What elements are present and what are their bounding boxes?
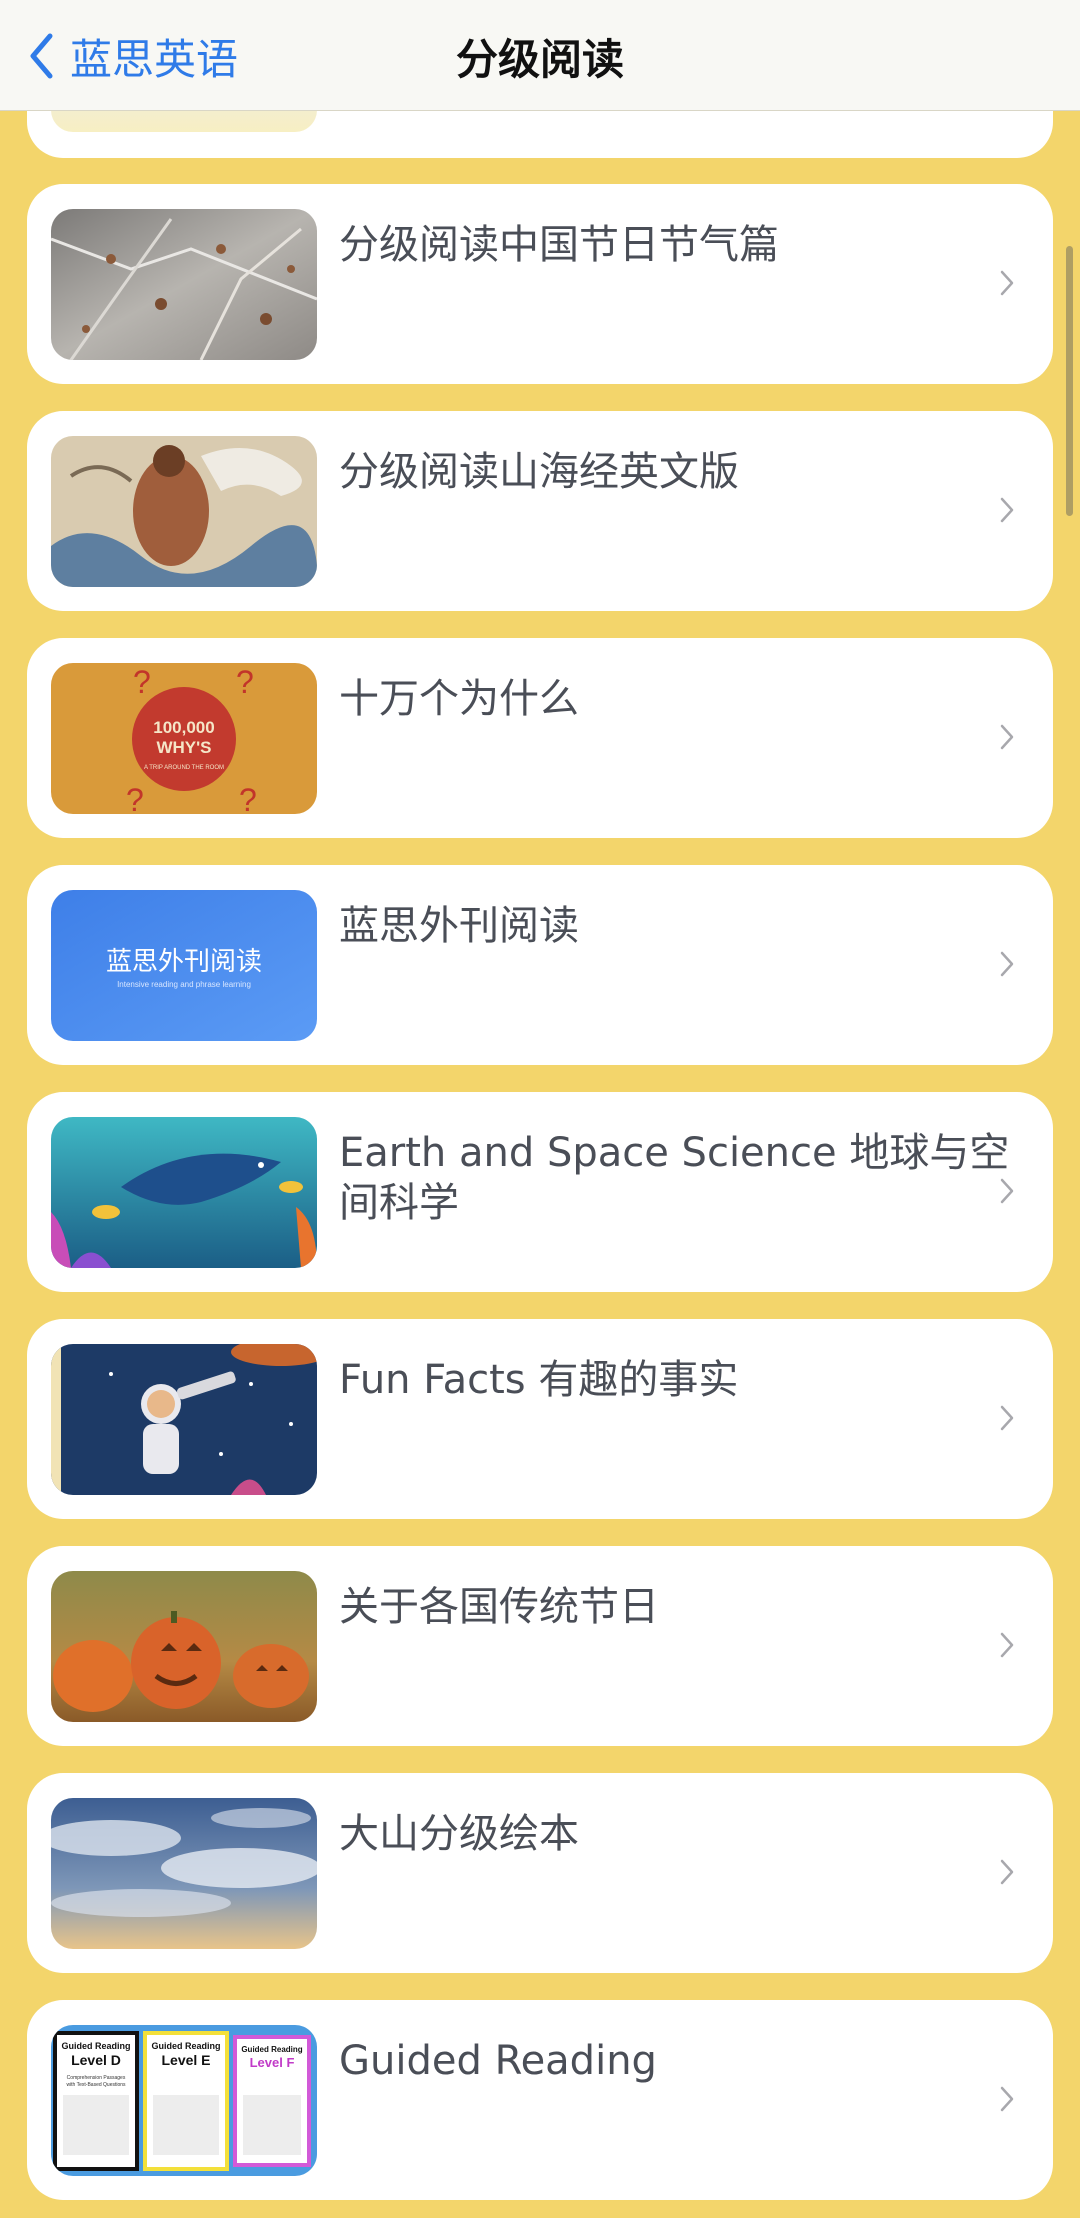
thumb-title: 蓝思外刊阅读 <box>106 947 262 977</box>
list-card[interactable]: 分级阅读山海经英文版 <box>27 411 1053 611</box>
item-title: 关于各国传统节日 <box>339 1584 659 1630</box>
page-title: 分级阅读 <box>455 35 624 84</box>
thumb-number: 100,000 <box>153 718 214 737</box>
ocean-whale-thumbnail <box>51 1117 317 1268</box>
svg-text:Comprehension Passages: Comprehension Passages <box>67 2075 126 2081</box>
chevron-right-icon <box>1000 2086 1014 2112</box>
svg-text:Level D: Level D <box>71 2052 121 2068</box>
list-card[interactable]: 蓝思外刊阅读 Intensive reading and phrase lear… <box>27 865 1053 1065</box>
frost-branches-thumbnail <box>51 209 317 360</box>
item-title: 十万个为什么 <box>339 676 579 722</box>
thumb-subtitle: A TRIP AROUND THE ROOM <box>144 765 224 771</box>
svg-text:?: ? <box>133 664 151 700</box>
list-card[interactable]: ? ? ? ? 100,000 WHY'S A TRIP AROUND THE … <box>27 638 1053 838</box>
item-title: Guided Reading <box>339 2038 657 2084</box>
chevron-right-icon <box>1000 951 1014 977</box>
item-title: 蓝思外刊阅读 <box>339 903 579 949</box>
guided-reading-books-thumbnail: Guided Reading Level D Guided Reading Le… <box>51 2025 317 2176</box>
item-title: Fun Facts 有趣的事实 <box>339 1357 739 1403</box>
svg-text:Level F: Level F <box>250 2055 295 2070</box>
list-card[interactable]: Guided Reading Level D Guided Reading Le… <box>27 2000 1053 2200</box>
item-title: Earth and Space Science 地球与空间科学 <box>339 1130 1010 1226</box>
chevron-right-icon <box>1000 497 1014 523</box>
thumb-whys: WHY'S <box>156 738 211 757</box>
svg-text:Guided Reading: Guided Reading <box>151 2041 220 2051</box>
chevron-right-icon <box>1000 1178 1014 1204</box>
svg-text:Level E: Level E <box>161 2052 210 2068</box>
shanhaijing-painting-thumbnail <box>51 436 317 587</box>
chevron-right-icon <box>1000 1632 1014 1658</box>
svg-text:Guided Reading: Guided Reading <box>241 2045 302 2054</box>
chevron-right-icon <box>1000 270 1014 296</box>
lansi-journal-thumbnail: 蓝思外刊阅读 Intensive reading and phrase lear… <box>51 890 317 1041</box>
watercolor-sky-thumbnail <box>51 1798 317 1949</box>
item-title: 分级阅读山海经英文版 <box>339 449 739 495</box>
list-card[interactable]: 关于各国传统节日 <box>27 1546 1053 1746</box>
chevron-right-icon <box>1000 1859 1014 1885</box>
list-card[interactable]: Fun Facts 有趣的事实 <box>27 1319 1053 1519</box>
navigation-bar: 蓝思英语 分级阅读 <box>0 0 1080 111</box>
thumb-subtitle: Intensive reading and phrase learning <box>117 980 251 989</box>
item-title: 分级阅读中国节日节气篇 <box>339 222 779 268</box>
list-card[interactable]: 分级阅读中国节日节气篇 <box>27 184 1053 384</box>
chevron-right-icon <box>1000 1405 1014 1431</box>
svg-text:Guided Reading: Guided Reading <box>61 2041 130 2051</box>
list-card[interactable]: 大山分级绘本 <box>27 1773 1053 1973</box>
svg-text:?: ? <box>236 664 254 700</box>
pumpkins-thumbnail <box>51 1571 317 1722</box>
item-title: 大山分级绘本 <box>339 1811 579 1857</box>
scrollbar[interactable] <box>1066 246 1073 516</box>
svg-text:?: ? <box>126 782 144 814</box>
svg-text:with Text-Based Questions: with Text-Based Questions <box>66 2082 126 2088</box>
hundred-thousand-whys-thumbnail: ? ? ? ? 100,000 WHY'S A TRIP AROUND THE … <box>51 663 317 814</box>
svg-text:?: ? <box>239 782 257 814</box>
chevron-right-icon <box>1000 724 1014 750</box>
list-card[interactable]: Earth and Space Science 地球与空间科学 <box>27 1092 1053 1292</box>
astronaut-telescope-thumbnail <box>51 1344 317 1495</box>
